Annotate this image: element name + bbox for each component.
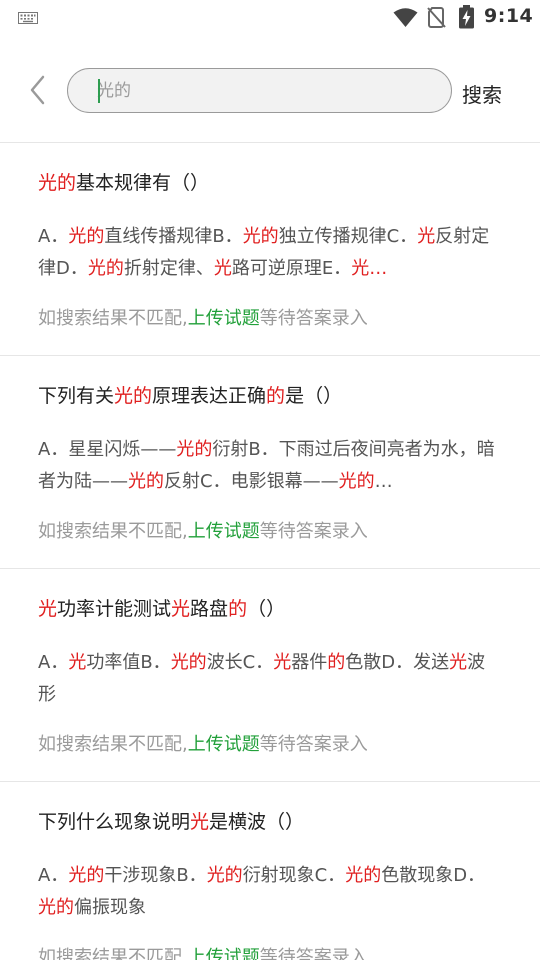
option-text: 折射定律、	[123, 258, 214, 279]
hint-text: 如搜索结果不匹配,	[38, 308, 188, 329]
keyword-highlight: 光	[449, 652, 468, 673]
result-item[interactable]: 光的基本规律有（） A．光的直线传播规律B．光的独立传播规律C．光反射定律D．光的…	[0, 143, 540, 356]
option-text: 色散现象D．	[381, 865, 486, 886]
mismatch-hint: 如搜索结果不匹配,上传试题等待答案录入	[38, 731, 368, 759]
option-text: 偏振现象	[74, 897, 146, 918]
title-text: 原理表达正确	[152, 385, 267, 407]
mismatch-hint: 如搜索结果不匹配,上传试题等待答案录入	[38, 944, 368, 960]
keyword-highlight: 光的	[206, 865, 243, 886]
keyword-highlight: 光的	[128, 471, 164, 492]
answer-options: A．星星闪烁——光的衍射B．下雨过后夜间亮者为水，暗者为陆——光的反射C．电影银…	[38, 434, 500, 498]
hint-text: 如搜索结果不匹配,	[38, 521, 188, 542]
keyword-highlight: 光的	[68, 226, 105, 247]
text-cursor	[98, 79, 100, 103]
result-item[interactable]: 下列有关光的原理表达正确的是（） A．星星闪烁——光的衍射B．下雨过后夜间亮者为水…	[0, 356, 540, 569]
title-text: 功率计能测试	[57, 598, 172, 620]
title-text: 是（）	[285, 385, 343, 407]
option-text: 功率值B．	[86, 652, 171, 673]
option-text: A．	[38, 226, 69, 247]
title-text: （）	[247, 598, 286, 620]
battery-charging-icon	[459, 5, 474, 29]
search-header: 搜索	[0, 36, 540, 143]
answer-options: A．光功率值B．光的波长C．光器件的色散D．发送光波形	[38, 647, 500, 711]
upload-question-link[interactable]: 上传试题	[188, 308, 260, 329]
answer-options: A．光的干涉现象B．光的衍射现象C．光的色散现象D．光的偏振现象	[38, 860, 500, 924]
keyword-highlight: 光的	[345, 865, 382, 886]
answer-options: A．光的直线传播规律B．光的独立传播规律C．光反射定律D．光的折射定律、光路可逆…	[38, 221, 500, 285]
results-list: 光的基本规律有（） A．光的直线传播规律B．光的独立传播规律C．光反射定律D．光的…	[0, 143, 540, 960]
keyword-highlight: 光的	[242, 226, 279, 247]
keyword-highlight: 光	[213, 258, 232, 279]
upload-question-link[interactable]: 上传试题	[188, 734, 260, 755]
upload-question-link[interactable]: 上传试题	[188, 521, 260, 542]
keyword-highlight: 光	[68, 652, 87, 673]
option-text: 波长C．	[206, 652, 274, 673]
upload-question-link[interactable]: 上传试题	[188, 947, 260, 960]
no-sim-icon	[427, 7, 446, 28]
option-text: 反射C．电影银幕——	[164, 471, 339, 492]
keyword-highlight: 光的	[176, 439, 213, 460]
hint-text: 等待答案录入	[259, 521, 368, 542]
option-text: A．星星闪烁——	[38, 439, 177, 460]
mismatch-hint: 如搜索结果不匹配,上传试题等待答案录入	[38, 518, 368, 546]
question-title: 光功率计能测试光路盘的（）	[38, 595, 508, 623]
title-text: 是横波（）	[209, 811, 305, 833]
question-title: 光的基本规律有（）	[38, 169, 508, 197]
title-text: 下列有关	[38, 385, 115, 407]
wifi-icon	[393, 8, 418, 27]
keyword-highlight: 光的	[38, 172, 77, 194]
keyword-highlight: 光的	[87, 258, 124, 279]
hint-text: 等待答案录入	[259, 947, 368, 960]
option-text: 干涉现象B．	[104, 865, 207, 886]
hint-text: 如搜索结果不匹配,	[38, 947, 188, 960]
title-text: 基本规律有（）	[76, 172, 210, 194]
keyword-highlight: 光…	[351, 258, 388, 279]
keyword-highlight: 光	[171, 598, 191, 620]
search-button[interactable]: 搜索	[462, 79, 502, 108]
keyword-highlight: 光	[38, 598, 58, 620]
search-input[interactable]	[97, 77, 437, 105]
back-arrow-icon[interactable]	[24, 72, 54, 108]
option-text: 色散D．发送	[345, 652, 450, 673]
mismatch-hint: 如搜索结果不匹配,上传试题等待答案录入	[38, 305, 368, 333]
option-text: 器件	[291, 652, 328, 673]
option-text: A．	[38, 865, 69, 886]
keyword-highlight: 的	[228, 598, 248, 620]
keyword-highlight: 光的	[38, 897, 74, 918]
keyword-highlight: 光的	[170, 652, 207, 673]
status-bar: 9:14	[0, 0, 540, 36]
option-text: A．	[38, 652, 69, 673]
question-title: 下列什么现象说明光是横波（）	[38, 808, 508, 836]
keyword-highlight: 的	[266, 385, 286, 407]
search-box[interactable]	[67, 68, 452, 113]
question-title: 下列有关光的原理表达正确的是（）	[38, 382, 508, 410]
keyword-highlight: 光	[273, 652, 292, 673]
result-item[interactable]: 下列什么现象说明光是横波（） A．光的干涉现象B．光的衍射现象C．光的色散现象D．…	[0, 782, 540, 960]
hint-text: 等待答案录入	[259, 308, 368, 329]
keyword-highlight: 光的	[114, 385, 153, 407]
option-text: 衍射现象C．	[242, 865, 346, 886]
keyword-highlight: 的	[327, 652, 346, 673]
keyword-highlight: 光的	[68, 865, 105, 886]
hint-text: 如搜索结果不匹配,	[38, 734, 188, 755]
keyword-highlight: 光	[190, 811, 210, 833]
option-text: …	[374, 471, 393, 492]
option-text: 直线传播规律B．	[104, 226, 243, 247]
title-text: 下列什么现象说明	[38, 811, 191, 833]
keyword-highlight: 光的	[338, 471, 375, 492]
result-item[interactable]: 光功率计能测试光路盘的（） A．光功率值B．光的波长C．光器件的色散D．发送光波形…	[0, 569, 540, 782]
clock-time: 9:14	[484, 5, 534, 27]
option-text: 路可逆原理E．	[231, 258, 352, 279]
hint-text: 等待答案录入	[259, 734, 368, 755]
title-text: 路盘	[190, 598, 229, 620]
option-text: 独立传播规律C．	[278, 226, 418, 247]
keyword-highlight: 光	[417, 226, 436, 247]
keyboard-icon	[18, 12, 38, 24]
